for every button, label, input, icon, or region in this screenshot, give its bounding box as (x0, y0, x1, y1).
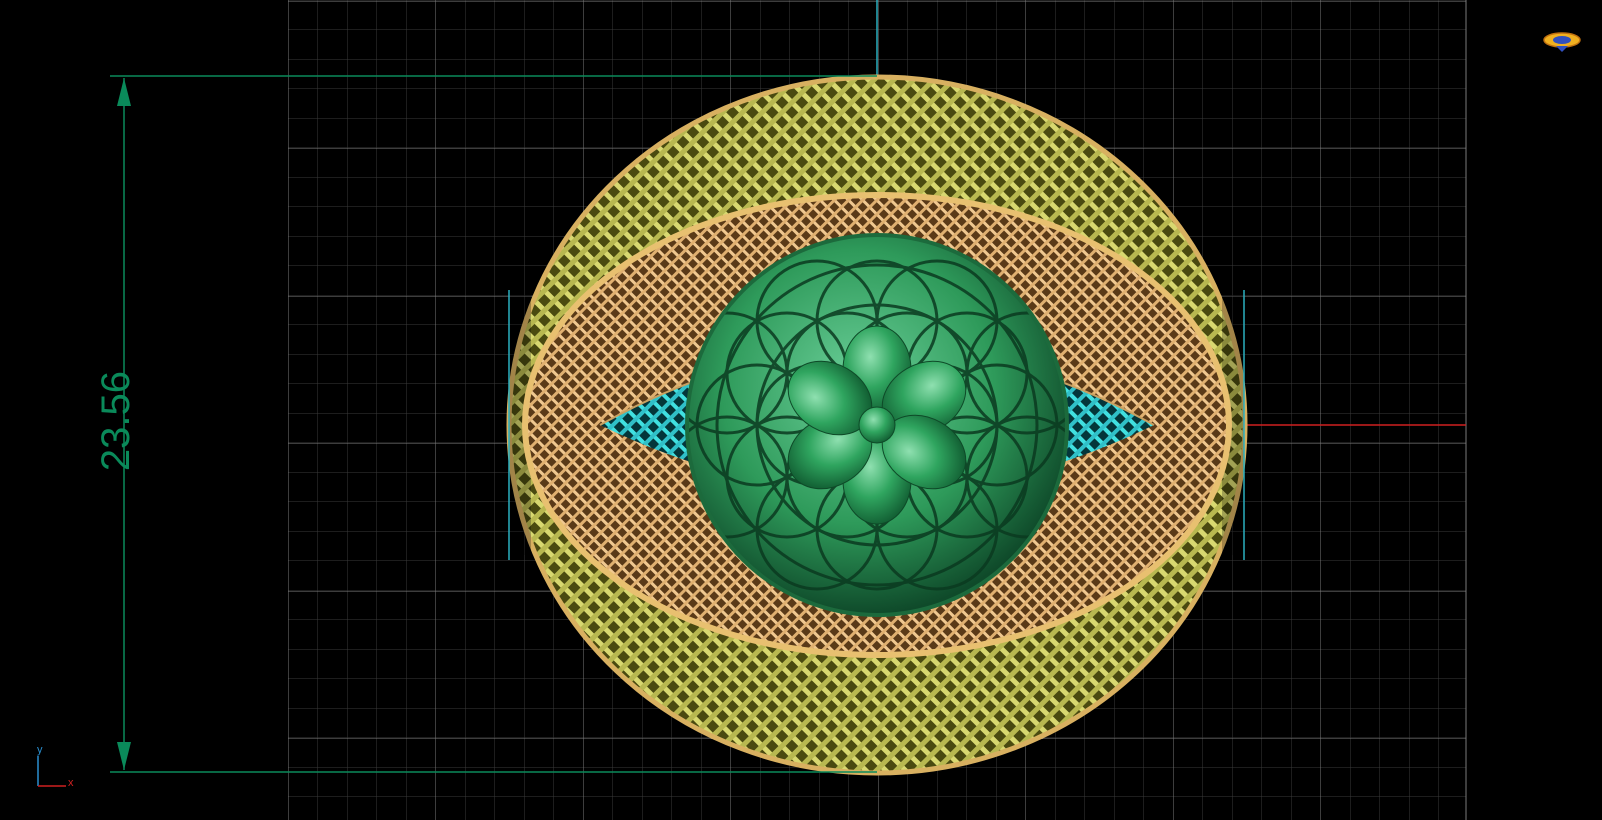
view-orientation-icon[interactable] (1543, 32, 1581, 52)
dimension-value: 23.56 (94, 370, 138, 472)
axis-label-y: y (37, 744, 43, 756)
axis-label-x: x (68, 777, 74, 789)
3d-viewport[interactable]: 23.56 y x (0, 0, 1602, 820)
axis-triad (37, 756, 66, 787)
scene-canvas[interactable] (0, 0, 1602, 820)
